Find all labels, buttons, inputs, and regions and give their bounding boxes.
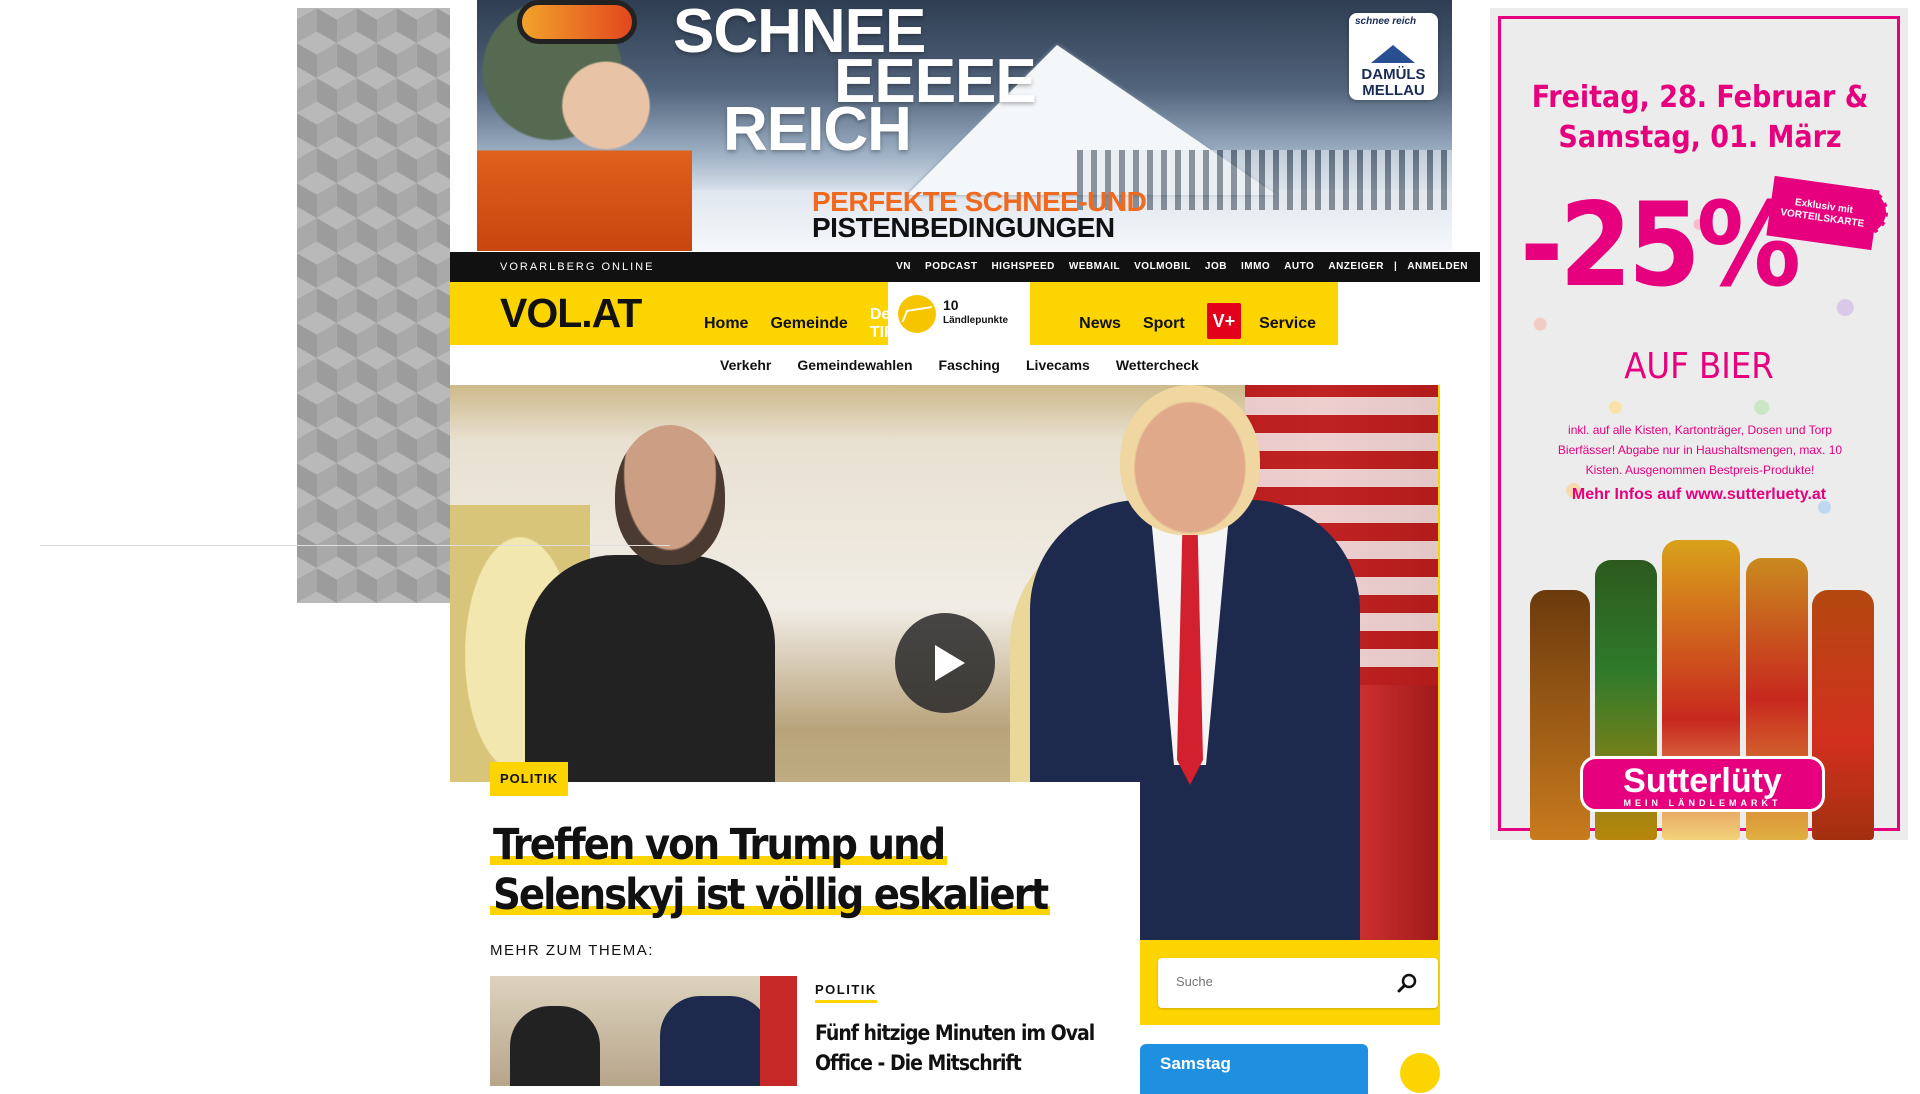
points-value: 10 [943, 297, 959, 313]
top-link-volmobil[interactable]: VOLMOBIL [1134, 261, 1191, 272]
thumb-flag [760, 976, 797, 1086]
top-utility-bar: VORARLBERG ONLINE VN PODCAST HIGHSPEED W… [450, 252, 1480, 282]
right-skyscraper-ad[interactable]: Freitag, 28. Februar & Samstag, 01. März… [1490, 8, 1908, 840]
thumb-person-left [510, 1006, 600, 1086]
nav-item-gemeinde[interactable]: Gemeinde [770, 315, 847, 333]
hero-headline-line: Selenskyj ist völlig eskaliert [490, 870, 1051, 920]
nav-item-home[interactable]: Home [704, 315, 748, 333]
top-link-immo[interactable]: IMMO [1241, 261, 1270, 272]
left-skin-ad[interactable] [297, 8, 450, 603]
ad-date-line: Freitag, 28. Februar & [1531, 80, 1869, 115]
banner-subline: PISTENBEDINGUNGEN [812, 212, 1115, 243]
top-link-vn[interactable]: VN [896, 261, 911, 272]
subnav-item-verkehr[interactable]: Verkehr [720, 357, 771, 373]
ad-url: Mehr Infos auf www.sutterluety.at [1571, 486, 1827, 503]
sun-icon [1400, 1053, 1440, 1093]
subnav-item-livecams[interactable]: Livecams [1026, 357, 1090, 373]
sub-navigation: Verkehr Gemeindewahlen Fasching Livecams… [450, 345, 1480, 385]
banner-headline-line: REICH [723, 95, 912, 164]
subnav-item-wettercheck[interactable]: Wettercheck [1116, 357, 1199, 373]
hero-headline[interactable]: Treffen von Trump und Selenskyj ist völl… [490, 820, 1110, 920]
top-link-podcast[interactable]: PODCAST [925, 261, 977, 272]
top-links: VN PODCAST HIGHSPEED WEBMAIL VOLMOBIL JO… [882, 261, 1468, 272]
search-box [1158, 958, 1438, 1008]
banner-goggles [517, 0, 637, 44]
points-label: Ländlepunkte [943, 315, 1009, 326]
search-icon[interactable] [1396, 972, 1418, 994]
banner-brand-name: DAMÜLS MELLAU [1361, 66, 1426, 99]
nav-item-sport[interactable]: Sport [1143, 315, 1185, 333]
ad-conditions: inkl. auf alle Kisten, Kartonträger, Dos… [1557, 423, 1843, 477]
top-link-highspeed[interactable]: HIGHSPEED [991, 261, 1054, 272]
thumb-person-right [660, 996, 770, 1086]
related-article-title[interactable]: Fünf hitzige Minuten im Oval Office - Di… [815, 1018, 1105, 1078]
mountain-icon [1371, 45, 1415, 63]
site-logo[interactable]: VOL.AT [500, 290, 642, 337]
top-banner-ad[interactable]: SCHNEE EEEEE REICH PERFEKTE SCHNEE-UND P… [477, 0, 1452, 251]
weather-widget[interactable]: Samstag [1140, 1044, 1368, 1094]
hero-headline-line: Treffen von Trump und [490, 820, 948, 870]
ad-date-line: Samstag, 01. März [1558, 120, 1842, 155]
top-link-anzeiger[interactable]: ANZEIGER [1328, 261, 1384, 272]
ad-discount: -25% [1520, 178, 1801, 313]
ad-product: AUF BIER [1624, 346, 1774, 387]
related-article-thumbnail[interactable] [490, 976, 797, 1086]
banner-brand-tagline: schnee reich [1355, 16, 1417, 27]
top-links-separator: | [1394, 261, 1398, 272]
hero-section: POLITIK Treffen von Trump und Selenskyj … [450, 385, 1440, 1086]
search-input[interactable] [1176, 974, 1376, 989]
weather-day: Samstag [1160, 1054, 1231, 1073]
hero-person-left-head [615, 425, 725, 565]
banner-brand-logo: schnee reich DAMÜLS MELLAU [1349, 13, 1438, 100]
nav-item-service[interactable]: Service [1259, 315, 1316, 333]
hero-person-right-head [1120, 385, 1260, 535]
ad-date: Freitag, 28. Februar & Samstag, 01. März [1530, 78, 1870, 158]
more-on-topic-label: MEHR ZUM THEMA: [490, 942, 654, 959]
top-link-job[interactable]: JOB [1205, 261, 1227, 272]
subnav-item-gemeindewahlen[interactable]: Gemeindewahlen [797, 357, 912, 373]
category-badge[interactable]: POLITIK [490, 762, 569, 796]
nav-item-news[interactable]: News [1079, 315, 1121, 333]
points-widget[interactable]: 10 Ländlepunkte [888, 282, 1030, 345]
top-link-auto[interactable]: AUTO [1284, 261, 1314, 272]
ad-brand-tagline: MEIN LÄNDLEMARKT [1623, 798, 1782, 808]
subnav-item-fasching[interactable]: Fasching [939, 357, 1000, 373]
headline-card: POLITIK Treffen von Trump und Selenskyj … [450, 762, 1140, 1086]
top-link-webmail[interactable]: WEBMAIL [1069, 261, 1120, 272]
related-article-category[interactable]: POLITIK [815, 982, 877, 1003]
mountain-badge-icon [898, 295, 936, 333]
play-icon[interactable] [895, 613, 995, 713]
vplus-button[interactable]: V+ [1206, 303, 1242, 339]
site-tagline: VORARLBERG ONLINE [500, 261, 655, 273]
login-link[interactable]: ANMELDEN [1407, 261, 1468, 272]
headline-divider [40, 545, 670, 546]
